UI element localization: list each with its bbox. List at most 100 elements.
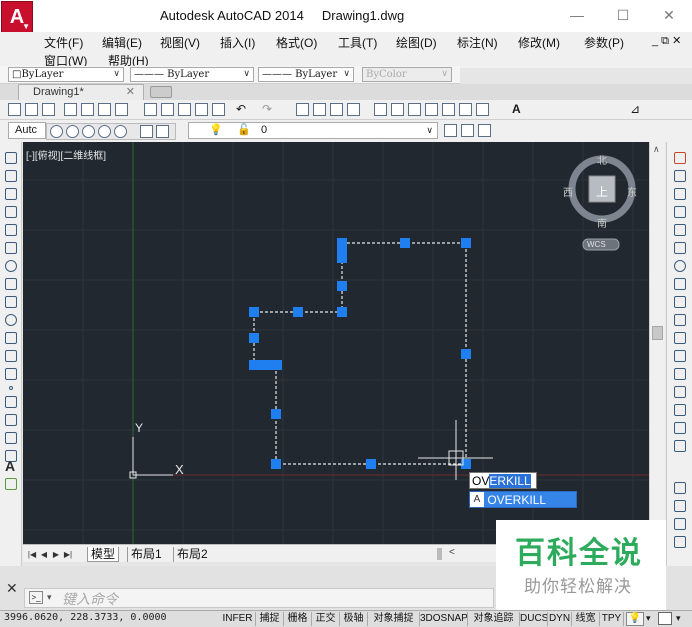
publish-icon[interactable] [115, 103, 128, 116]
dynamic-input-field[interactable]: OVERKILL [469, 472, 537, 489]
properties-icon[interactable] [374, 103, 387, 116]
new-tab-button[interactable] [150, 86, 172, 98]
scroll-left-icon[interactable]: < [449, 547, 455, 558]
explode-icon[interactable] [674, 440, 686, 452]
draworder-front-icon[interactable] [674, 482, 686, 494]
open-file-icon[interactable] [25, 103, 38, 116]
layer-previous-icon[interactable] [461, 124, 474, 137]
array-icon[interactable] [674, 224, 686, 236]
lineweight-combo[interactable]: ——— ByLayer ∨ [258, 67, 354, 82]
first-tab-icon[interactable]: |◀ [27, 549, 37, 560]
close-button[interactable]: ✕ [658, 6, 680, 24]
hatch-icon[interactable] [5, 396, 17, 408]
chevron-down-icon[interactable]: ▾ [676, 613, 681, 624]
selected-polyline[interactable] [253, 242, 467, 465]
ellipse-arc-icon[interactable] [5, 332, 17, 344]
line-icon[interactable] [5, 152, 17, 164]
minimize-button[interactable]: — [566, 6, 588, 24]
revision-cloud-icon[interactable] [5, 278, 17, 290]
view-left-icon[interactable] [82, 125, 95, 138]
dim-style-icon[interactable]: ⊿ [630, 103, 643, 116]
view-front-icon[interactable] [66, 125, 79, 138]
scroll-thumb[interactable] [652, 326, 663, 340]
new-file-icon[interactable] [8, 103, 21, 116]
spline-icon[interactable] [5, 296, 17, 308]
ellipse-icon[interactable] [5, 314, 17, 326]
make-block-icon[interactable] [5, 368, 17, 380]
command-prompt-icon[interactable]: >_ [29, 591, 43, 604]
save-icon[interactable] [42, 103, 55, 116]
command-close-icon[interactable]: ✕ [6, 580, 18, 597]
menu-modify[interactable]: 修改(M) [518, 34, 560, 51]
block-editor-icon[interactable] [212, 103, 225, 116]
text-style-icon[interactable]: A [512, 103, 525, 116]
scale-icon[interactable] [674, 278, 686, 290]
tab-drawing1[interactable]: Drawing1* ✕ [18, 84, 144, 100]
draworder-back-icon[interactable] [674, 500, 686, 512]
maximize-button[interactable]: ☐ [612, 6, 634, 24]
status-lineweight[interactable]: 线宽 [572, 612, 600, 626]
join-icon[interactable] [674, 386, 686, 398]
view-camera-icon[interactable] [156, 125, 169, 138]
rotate-icon[interactable] [674, 260, 686, 272]
viewcube-west[interactable]: 西 [563, 184, 573, 199]
linetype-combo[interactable]: ——— ByLayer ∨ [130, 67, 254, 82]
cut-icon[interactable] [144, 103, 157, 116]
layer-combo[interactable]: 💡 🔓 0 ∨ [188, 122, 438, 139]
menu-tools[interactable]: 工具(T) [338, 34, 377, 51]
undo-icon[interactable]: ↶ [236, 103, 249, 116]
mirror-icon[interactable] [674, 188, 686, 200]
status-grid[interactable]: 栅格 [284, 612, 312, 626]
view-iso-icon[interactable] [114, 125, 127, 138]
plotstyle-combo[interactable]: ByColor ∨ [362, 67, 452, 82]
erase-icon[interactable] [674, 152, 686, 164]
circle-icon[interactable] [5, 260, 17, 272]
grips[interactable] [249, 238, 471, 469]
draworder-above-icon[interactable] [674, 518, 686, 530]
status-osnap[interactable]: 对象捕捉 [368, 612, 420, 626]
next-tab-icon[interactable]: ▶ [51, 549, 61, 560]
plot-icon[interactable] [98, 103, 111, 116]
tab-layout2[interactable]: 布局2 [173, 547, 211, 562]
multiline-text-icon[interactable]: A [5, 458, 15, 474]
viewcube-north[interactable]: 北 [597, 152, 607, 167]
polyline-icon[interactable] [5, 188, 17, 200]
prev-tab-icon[interactable]: ◀ [39, 549, 49, 560]
make-current-layer-icon[interactable] [444, 124, 457, 137]
gradient-icon[interactable] [5, 414, 17, 426]
status-infer[interactable]: INFER [220, 612, 256, 626]
drawing-canvas[interactable] [23, 142, 649, 544]
fillet-icon[interactable] [674, 422, 686, 434]
pan-icon[interactable] [296, 103, 309, 116]
hscroll-split-handle[interactable] [437, 548, 442, 560]
viewcube-east[interactable]: 东 [627, 184, 637, 199]
view-right-icon[interactable] [98, 125, 111, 138]
viewcube-top-face[interactable]: 上 [596, 183, 608, 200]
application-menu-button[interactable]: A ▼ [1, 1, 33, 33]
menu-parametric[interactable]: 参数(P) [584, 34, 624, 51]
markup-icon[interactable] [442, 103, 455, 116]
status-polar[interactable]: 极轴 [340, 612, 368, 626]
lightbulb-icon[interactable]: 💡 [626, 612, 644, 626]
tab-model[interactable]: 模型 [87, 547, 120, 562]
viewcube[interactable] [568, 155, 636, 251]
draworder-below-icon[interactable] [674, 536, 686, 548]
last-tab-icon[interactable]: ▶| [63, 549, 73, 560]
layer-states-icon[interactable] [476, 103, 489, 116]
zoom-realtime-icon[interactable] [313, 103, 326, 116]
tool-palettes-icon[interactable] [408, 103, 421, 116]
region-icon[interactable] [5, 432, 17, 444]
break-at-point-icon[interactable] [674, 350, 686, 362]
sheet-set-icon[interactable] [425, 103, 438, 116]
design-center-icon[interactable] [391, 103, 404, 116]
move-icon[interactable] [674, 242, 686, 254]
menu-file[interactable]: 文件(F) [44, 34, 83, 51]
rectangle-icon[interactable] [5, 224, 17, 236]
menu-draw[interactable]: 绘图(D) [396, 34, 437, 51]
status-tpy[interactable]: TPY [600, 612, 624, 626]
print-preview-icon[interactable] [81, 103, 94, 116]
color-combo[interactable]: □ByLayer ∨ [8, 67, 124, 82]
point-icon[interactable] [9, 386, 13, 390]
menu-format[interactable]: 格式(O) [276, 34, 317, 51]
view-3d-icon[interactable] [140, 125, 153, 138]
